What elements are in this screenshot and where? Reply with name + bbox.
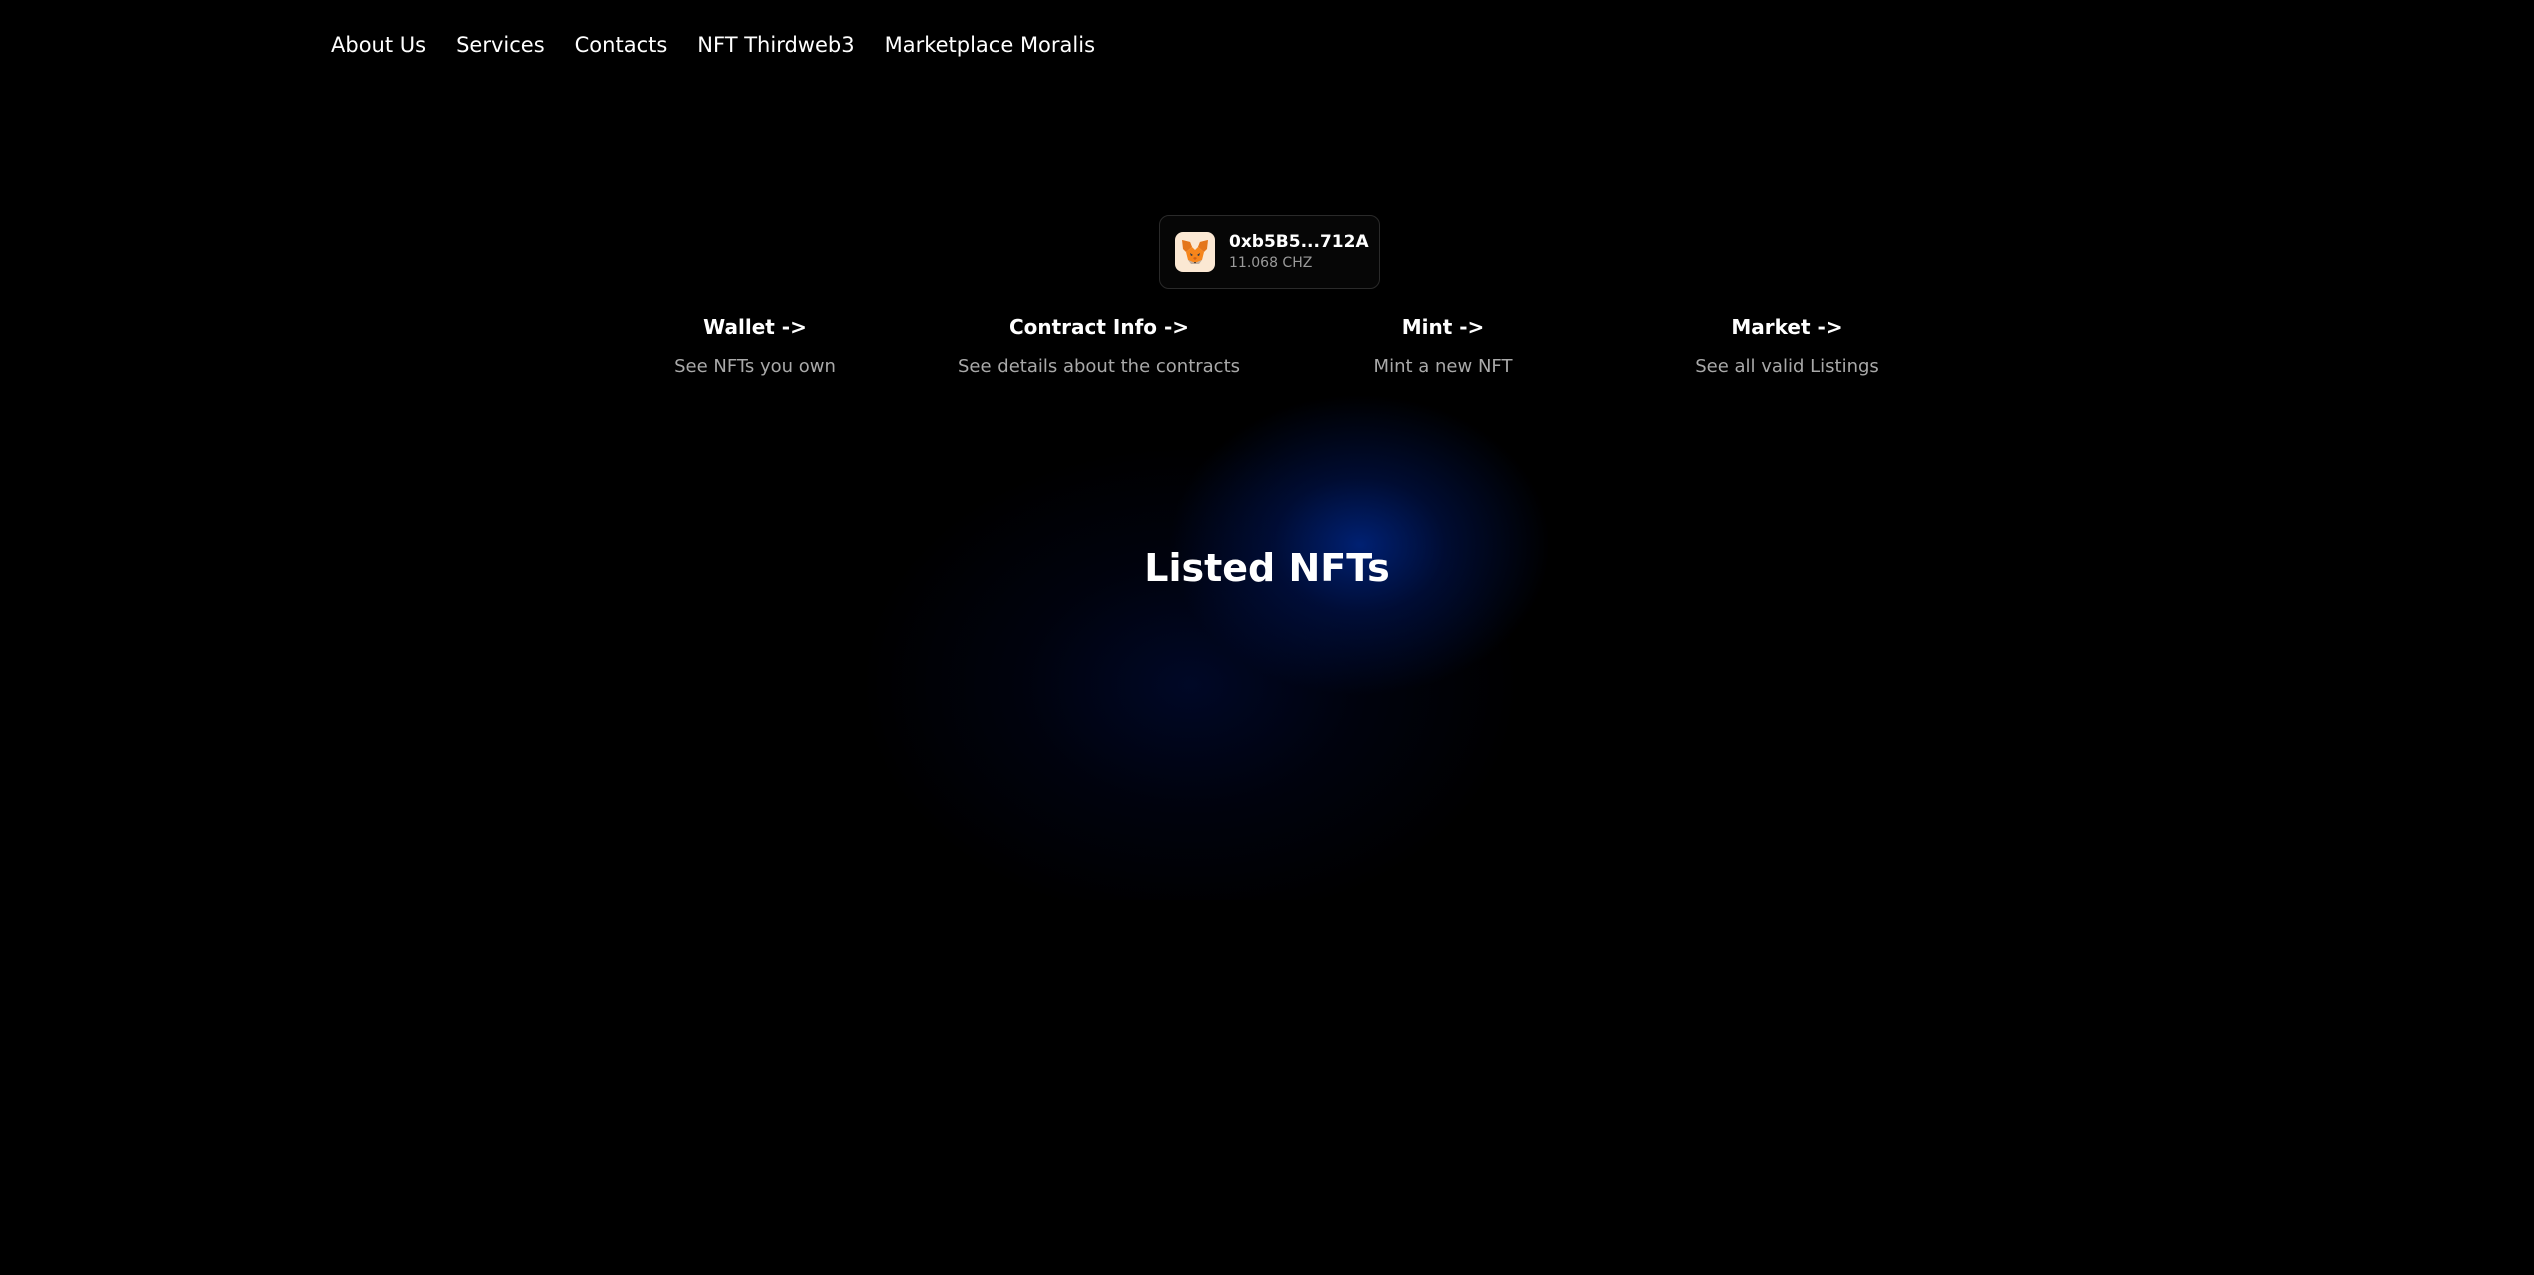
background-glow (860, 380, 1660, 900)
card-mint[interactable]: Mint -> Mint a new NFT (1283, 310, 1603, 382)
top-nav: About Us Services Contacts NFT Thirdweb3… (331, 30, 1095, 60)
card-mint-title: Mint -> (1401, 315, 1485, 339)
card-contract-info-title: Contract Info -> (1008, 315, 1190, 339)
card-market[interactable]: Market -> See all valid Listings (1627, 310, 1947, 382)
card-wallet[interactable]: Wallet -> See NFTs you own (595, 310, 915, 382)
card-contract-info-description: See details about the contracts (957, 356, 1241, 377)
wallet-balance: 11.068 CHZ (1229, 255, 1313, 271)
wallet-info: 0xb5B5...712A 11.068 CHZ (1229, 231, 1369, 273)
card-contract-info[interactable]: Contract Info -> See details about the c… (939, 310, 1259, 382)
page: About Us Services Contacts NFT Thirdweb3… (0, 0, 2534, 1275)
card-wallet-description: See NFTs you own (674, 356, 836, 377)
nav-link-about-us[interactable]: About Us (331, 30, 426, 60)
connected-wallet-button[interactable]: 0xb5B5...712A 11.068 CHZ (1159, 215, 1380, 289)
nav-link-services[interactable]: Services (456, 30, 545, 60)
nav-link-nft-thirdweb3[interactable]: NFT Thirdweb3 (697, 30, 854, 60)
wallet-address: 0xb5B5...712A (1229, 232, 1369, 252)
card-mint-description: Mint a new NFT (1373, 356, 1513, 377)
card-market-description: See all valid Listings (1695, 356, 1879, 377)
metamask-fox-icon (1175, 232, 1215, 272)
page-title: Listed NFTs (1144, 546, 1390, 590)
feature-cards: Wallet -> See NFTs you own Contract Info… (0, 310, 2534, 400)
card-wallet-title: Wallet -> (703, 315, 807, 339)
nav-link-contacts[interactable]: Contacts (575, 30, 668, 60)
nav-link-marketplace-moralis[interactable]: Marketplace Moralis (885, 30, 1095, 60)
card-market-title: Market -> (1731, 315, 1843, 339)
